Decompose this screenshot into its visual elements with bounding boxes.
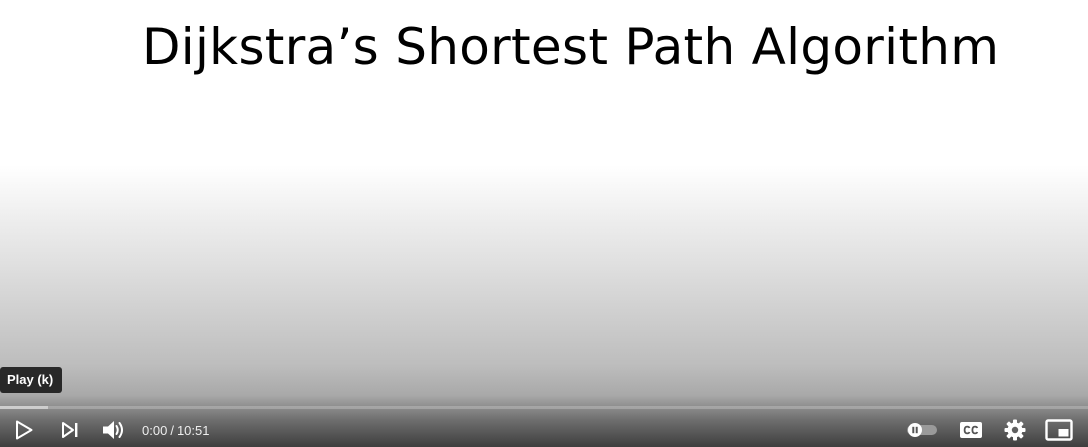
autoplay-toggle[interactable]: [901, 412, 941, 447]
player-controls: 0:00/10:51: [0, 412, 1088, 447]
next-icon: [62, 421, 78, 438]
next-button[interactable]: [52, 412, 88, 447]
play-icon: [16, 420, 33, 439]
cc-icon: [960, 421, 982, 438]
gear-icon: [1004, 419, 1026, 440]
video-slide-title: Dijkstra’s Shortest Path Algorithm: [142, 18, 1000, 76]
play-tooltip: Play (k): [0, 367, 63, 393]
video-player[interactable]: Dijkstra’s Shortest Path Algorithm Play …: [0, 0, 1088, 447]
mute-button[interactable]: [95, 412, 131, 447]
time-display: 0:00/10:51: [142, 412, 209, 447]
miniplayer-icon: [1045, 418, 1073, 441]
current-time: 0:00: [142, 423, 168, 438]
settings-button[interactable]: [997, 412, 1033, 447]
progress-bar[interactable]: [0, 406, 1088, 409]
volume-icon: [103, 420, 123, 439]
time-separator: /: [170, 423, 174, 438]
progress-buffered: [0, 406, 48, 409]
autoplay-toggle-icon: [907, 422, 937, 437]
miniplayer-button[interactable]: [1041, 412, 1077, 447]
duration: 10:51: [176, 423, 210, 438]
play-button[interactable]: [5, 412, 41, 447]
captions-button[interactable]: [953, 412, 989, 447]
